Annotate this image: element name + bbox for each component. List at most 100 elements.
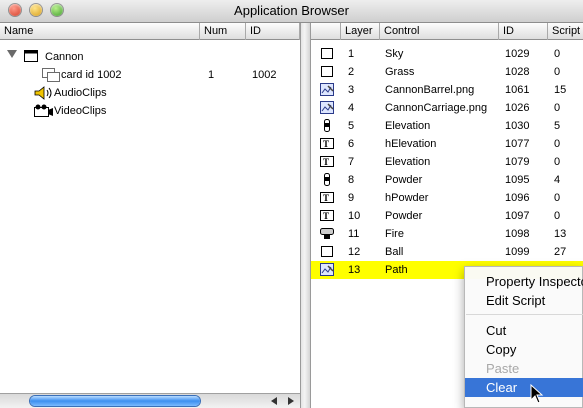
object-tree-pane: Name Num ID Cannon card id 1002 1 1002 A… — [0, 23, 300, 408]
svg-text:T: T — [323, 157, 329, 167]
icon-column-header[interactable] — [311, 23, 341, 40]
text-field-icon: T — [320, 192, 334, 203]
card-icon — [42, 68, 60, 82]
button-icon — [320, 228, 334, 239]
tree-item-label: AudioClips — [54, 87, 107, 99]
row-layer: 7 — [348, 156, 355, 168]
title-bar: Application Browser — [0, 0, 583, 23]
speaker-icon — [34, 86, 52, 100]
row-id: 1029 — [505, 48, 530, 60]
scroll-right-arrow-icon[interactable] — [288, 397, 294, 405]
row-script: 13 — [554, 228, 567, 240]
row-script: 0 — [554, 156, 561, 168]
row-control: CannonBarrel.png — [385, 84, 475, 96]
menu-item-copy[interactable]: Copy — [465, 340, 583, 359]
horizontal-scrollbar[interactable] — [0, 393, 300, 408]
image-icon — [320, 83, 334, 96]
row-layer: 5 — [348, 120, 355, 132]
row-id: 1079 — [505, 156, 530, 168]
row-id: 1098 — [505, 228, 530, 240]
row-script: 0 — [554, 210, 561, 222]
row-id: 1061 — [505, 84, 530, 96]
scrollbar-icon — [324, 173, 330, 186]
row-id: 1026 — [505, 102, 530, 114]
row-script: 27 — [554, 246, 567, 258]
row-control: hElevation — [385, 138, 437, 150]
name-column-header[interactable]: Name — [0, 23, 200, 40]
row-script: 0 — [554, 48, 561, 60]
menu-item-clear[interactable]: Clear — [465, 378, 583, 397]
row-layer: 10 — [348, 210, 361, 222]
pane-splitter[interactable] — [300, 23, 311, 408]
controls-column-header: Layer Control ID Script — [311, 23, 583, 40]
tree-column-header: Name Num ID — [0, 23, 300, 40]
control-row[interactable]: 3 CannonBarrel.png 1061 15 — [311, 81, 583, 99]
row-layer: 4 — [348, 102, 355, 114]
control-row[interactable]: T 6 hElevation 1077 0 — [311, 135, 583, 153]
card-num: 1 — [208, 69, 215, 81]
row-script: 4 — [554, 174, 561, 186]
id-column-header[interactable]: ID — [246, 23, 300, 40]
layer-column-header[interactable]: Layer — [341, 23, 380, 40]
row-layer: 13 — [348, 264, 361, 276]
row-layer: 2 — [348, 66, 355, 78]
row-id: 1095 — [505, 174, 530, 186]
num-column-header[interactable]: Num — [200, 23, 246, 40]
row-layer: 3 — [348, 84, 355, 96]
card-id: 1002 — [252, 69, 277, 81]
menu-item-cut[interactable]: Cut — [465, 321, 583, 340]
tree-item-label: Cannon — [45, 51, 84, 63]
svg-text:T: T — [323, 211, 329, 221]
row-script: 15 — [554, 84, 567, 96]
control-row[interactable]: 11 Fire 1098 13 — [311, 225, 583, 243]
scroll-left-arrow-icon[interactable] — [271, 397, 277, 405]
id-column-header[interactable]: ID — [499, 23, 548, 40]
script-column-header[interactable]: Script — [548, 23, 583, 40]
row-control: CannonCarriage.png — [385, 102, 488, 114]
rectangle-icon — [321, 48, 333, 59]
control-row[interactable]: 1 Sky 1029 0 — [311, 45, 583, 63]
control-row[interactable]: 12 Ball 1099 27 — [311, 243, 583, 261]
row-script: 0 — [554, 192, 561, 204]
svg-text:T: T — [323, 139, 329, 149]
control-row[interactable]: T 9 hPowder 1096 0 — [311, 189, 583, 207]
tree-item-label: VideoClips — [54, 105, 107, 117]
row-id: 1096 — [505, 192, 530, 204]
row-layer: 9 — [348, 192, 355, 204]
menu-separator — [466, 314, 583, 315]
scrollbar-icon — [324, 119, 330, 132]
menu-item-edit-script[interactable]: Edit Script — [465, 291, 583, 310]
control-row[interactable]: T 7 Elevation 1079 0 — [311, 153, 583, 171]
control-row[interactable]: 8 Powder 1095 4 — [311, 171, 583, 189]
context-menu: Property Inspector Edit Script Cut Copy Past… — [464, 266, 583, 408]
row-control: Elevation — [385, 156, 431, 168]
row-control: Sky — [385, 48, 404, 60]
scrollbar-thumb[interactable] — [30, 396, 200, 406]
image-icon — [320, 101, 334, 114]
row-script: 5 — [554, 120, 561, 132]
control-row[interactable]: T 10 Powder 1097 0 — [311, 207, 583, 225]
image-icon — [320, 263, 334, 276]
row-id: 1097 — [505, 210, 530, 222]
control-row[interactable]: 2 Grass 1028 0 — [311, 63, 583, 81]
row-control: Powder — [385, 210, 423, 222]
tree-item-card[interactable]: card id 1002 1 1002 — [40, 66, 300, 84]
row-control: Fire — [385, 228, 404, 240]
control-row[interactable]: 5 Elevation 1030 5 — [311, 117, 583, 135]
row-layer: 12 — [348, 246, 361, 258]
row-control: Path — [385, 264, 408, 276]
tree-item-label: card id 1002 — [61, 69, 122, 81]
rectangle-icon — [321, 66, 333, 77]
control-column-header[interactable]: Control — [380, 23, 499, 40]
rectangle-icon — [321, 246, 333, 257]
menu-item-property-inspector[interactable]: Property Inspector — [465, 272, 583, 291]
menu-item-paste: Paste — [486, 361, 520, 376]
row-id: 1028 — [505, 66, 530, 78]
row-id: 1077 — [505, 138, 530, 150]
disclosure-triangle-icon[interactable] — [7, 50, 17, 58]
row-control: Ball — [385, 246, 404, 258]
text-field-icon: T — [320, 210, 334, 221]
text-field-icon: T — [320, 138, 334, 149]
film-icon — [34, 104, 53, 117]
control-row[interactable]: 4 CannonCarriage.png 1026 0 — [311, 99, 583, 117]
